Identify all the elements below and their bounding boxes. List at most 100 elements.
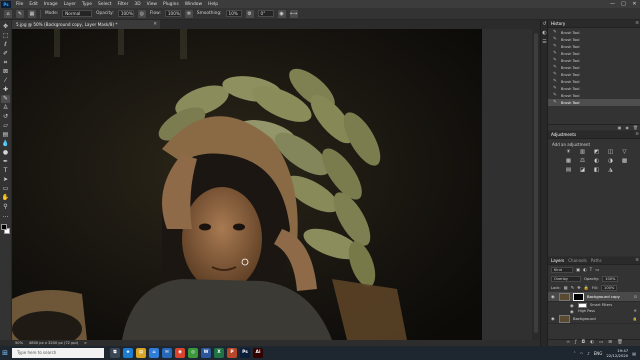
taskbar-app-icon[interactable]: Ai — [253, 348, 263, 358]
hand-tool-icon[interactable]: ✋ — [1, 194, 10, 202]
taskbar-app-icon[interactable]: ◎ — [188, 348, 198, 358]
visibility-eye-icon[interactable]: ◉ — [551, 316, 556, 321]
delete-state-icon[interactable]: 🗑 — [633, 125, 638, 130]
brush-tool-icon[interactable]: ✎ — [1, 95, 10, 103]
eyedropper-tool-icon[interactable]: ⁄ — [1, 77, 10, 85]
history-item[interactable]: ✎ Brush Tool — [548, 36, 640, 43]
taskbar-app-icon[interactable]: P — [227, 348, 237, 358]
lock-pixels-icon[interactable]: ▦ — [564, 285, 568, 290]
opacity-field[interactable]: 100% — [117, 10, 134, 17]
channel-mixer-icon[interactable]: ▩ — [620, 158, 629, 165]
history-item[interactable]: ✎ Brush Tool — [548, 29, 640, 36]
dodge-tool-icon[interactable]: ● — [1, 149, 10, 157]
zoom-tool-icon[interactable]: ⚲ — [1, 203, 10, 211]
menu-3d[interactable]: 3D — [131, 2, 143, 7]
brightness-contrast-icon[interactable]: ☀ — [564, 149, 573, 156]
clone-stamp-tool-icon[interactable]: ♙ — [1, 104, 10, 112]
blur-tool-icon[interactable]: 💧 — [1, 140, 10, 148]
menu-file[interactable]: File — [13, 2, 26, 7]
notifications-icon[interactable]: ▤ — [632, 351, 636, 356]
gradient-map-icon[interactable]: ◮ — [606, 167, 615, 174]
filter-adjustment-icon[interactable]: ◐ — [583, 267, 587, 272]
snapshot-icon[interactable]: ◉ — [625, 125, 629, 130]
layer-name[interactable]: Background — [573, 316, 596, 321]
minimize-button[interactable]: — — [607, 1, 618, 7]
hue-saturation-icon[interactable]: ▦ — [564, 158, 573, 165]
healing-tool-icon[interactable]: ✚ — [1, 86, 10, 94]
menu-image[interactable]: Image — [41, 2, 61, 7]
taskbar-app-icon[interactable]: Ps — [240, 348, 250, 358]
fill-field[interactable]: 100% — [601, 284, 618, 291]
document-tab[interactable]: 5.jpg @ 50% (Background copy, Layer Mask… — [12, 20, 160, 29]
history-item[interactable]: ✎ Brush Tool — [548, 57, 640, 64]
history-item[interactable]: ✎ Brush Tool — [548, 64, 640, 71]
photo-filter-icon[interactable]: ◑ — [606, 158, 615, 165]
taskbar-app-icon[interactable]: X — [214, 348, 224, 358]
tab-channels[interactable]: Channels — [568, 258, 587, 263]
history-item[interactable]: ✎ Brush Tool — [548, 50, 640, 57]
properties-panel-icon[interactable]: ☰ — [541, 38, 548, 47]
network-icon[interactable]: ◠ — [580, 351, 584, 356]
type-tool-icon[interactable]: T — [1, 167, 10, 175]
lasso-tool-icon[interactable]: ℓ — [1, 41, 10, 49]
tab-history[interactable]: History — [551, 21, 565, 26]
quick-select-tool-icon[interactable]: ✐ — [1, 50, 10, 58]
brush-preset-icon[interactable]: ✎ — [16, 9, 24, 18]
history-item[interactable]: ✎ Brush Tool — [548, 71, 640, 78]
lock-all-icon[interactable]: 🔒 — [584, 285, 589, 291]
marquee-tool-icon[interactable]: ⬚ — [1, 32, 10, 40]
scrollbar-thumb[interactable] — [534, 33, 538, 333]
lock-paint-icon[interactable]: ✎ — [571, 285, 575, 290]
exposure-icon[interactable]: ◫ — [606, 149, 615, 156]
black-white-icon[interactable]: ◐ — [592, 158, 601, 165]
canvas-scrollbar[interactable] — [532, 29, 540, 340]
taskbar-app-icon[interactable]: W — [201, 348, 211, 358]
home-icon[interactable]: ⌂ — [4, 9, 12, 18]
taskbar-app-icon[interactable]: ⌂ — [149, 348, 159, 358]
menu-layer[interactable]: Layer — [61, 2, 79, 7]
history-item[interactable]: ✎ Brush Tool — [548, 92, 640, 99]
layer-opacity-field[interactable]: 100% — [602, 275, 619, 282]
gradient-tool-icon[interactable]: ▤ — [1, 131, 10, 139]
invert-icon[interactable]: ▤ — [564, 167, 573, 174]
start-button[interactable]: ⊞ — [0, 346, 10, 360]
status-menu-arrow[interactable]: > — [84, 341, 87, 345]
menu-edit[interactable]: Edit — [26, 2, 41, 7]
menu-select[interactable]: Select — [95, 2, 115, 7]
adjustments-panel-icon[interactable]: ◐ — [541, 29, 548, 38]
color-swatches[interactable] — [0, 224, 11, 235]
filter-pixel-icon[interactable]: ▣ — [576, 267, 580, 272]
pen-tool-icon[interactable]: ✒ — [1, 158, 10, 166]
close-document-icon[interactable]: ✕ — [153, 20, 157, 29]
menu-help[interactable]: Help — [205, 2, 221, 7]
menu-window[interactable]: Window — [182, 2, 205, 7]
taskbar-search[interactable]: Type here to search — [12, 348, 104, 358]
flow-field[interactable]: 100% — [164, 10, 181, 17]
canvas[interactable] — [12, 29, 540, 340]
more-tools-icon[interactable]: … — [1, 212, 10, 220]
language-indicator[interactable]: ENG — [594, 351, 603, 356]
photo-canvas[interactable] — [12, 29, 540, 340]
path-select-tool-icon[interactable]: ➤ — [1, 176, 10, 184]
panel-menu-icon[interactable]: ≡ — [635, 258, 639, 263]
foreground-color-swatch[interactable] — [0, 224, 7, 230]
taskbar-app-icon[interactable]: ⧉ — [110, 348, 120, 358]
crop-tool-icon[interactable]: ⌗ — [1, 59, 10, 67]
taskbar-app-icon[interactable]: e — [123, 348, 133, 358]
menu-filter[interactable]: Filter — [115, 2, 132, 7]
zoom-level[interactable]: 50% — [15, 341, 23, 345]
eraser-tool-icon[interactable]: ▱ — [1, 122, 10, 130]
symmetry-icon[interactable]: ⟷ — [289, 9, 298, 18]
frame-tool-icon[interactable]: ⊠ — [1, 68, 10, 76]
taskbar-app-icon[interactable]: ◉ — [175, 348, 185, 358]
tray-chevron-icon[interactable]: ˄ — [574, 351, 576, 356]
posterize-icon[interactable]: ◪ — [578, 167, 587, 174]
menu-type[interactable]: Type — [79, 2, 95, 7]
blend-mode-select[interactable]: Overlay — [551, 275, 581, 282]
layer-kind-filter[interactable]: Kind — [551, 266, 573, 273]
color-balance-icon[interactable]: ⚖ — [578, 158, 587, 165]
layer-row-background-copy[interactable]: ◉ Background copy ⊡ — [548, 292, 640, 302]
pressure-size-icon[interactable]: ◉ — [277, 9, 286, 18]
new-document-from-state-icon[interactable]: ▣ — [618, 125, 622, 130]
tab-paths[interactable]: Paths — [591, 258, 602, 263]
